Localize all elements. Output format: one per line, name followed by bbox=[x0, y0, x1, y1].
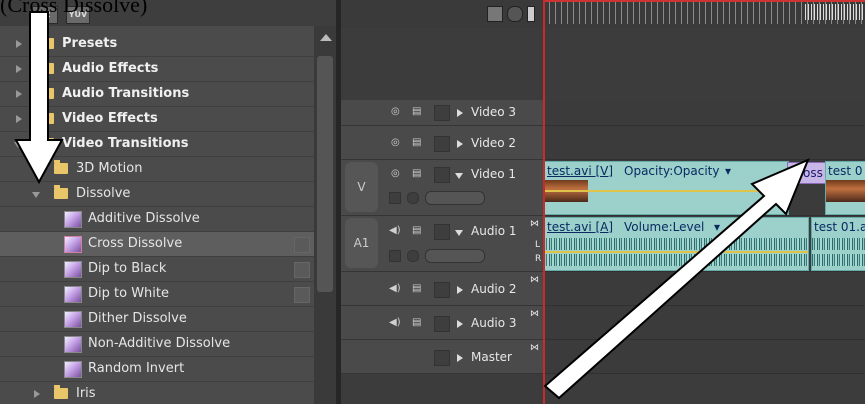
diagonal-arrow-icon bbox=[543, 158, 810, 400]
down-arrow-icon bbox=[14, 11, 64, 185]
annotation-arrows bbox=[14, 11, 810, 400]
